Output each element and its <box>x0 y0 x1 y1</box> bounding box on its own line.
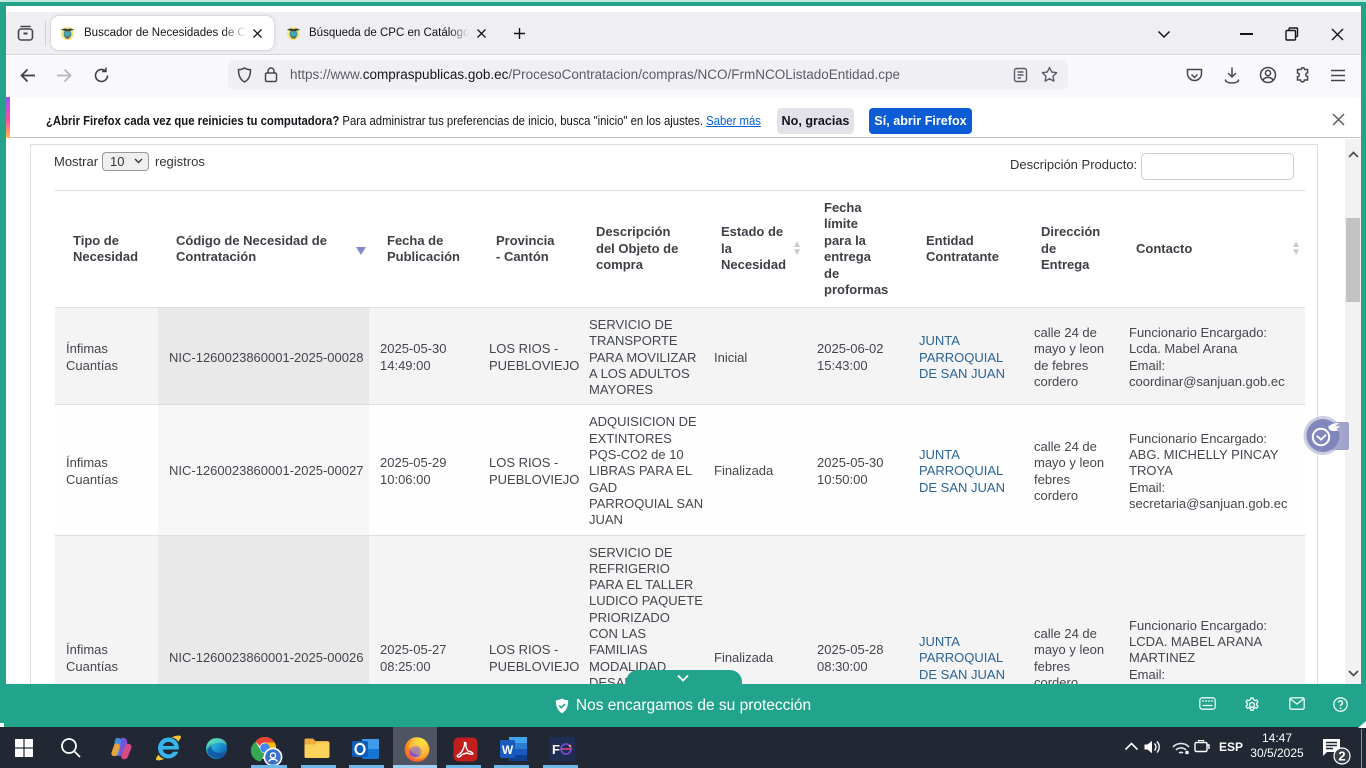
svg-text:F: F <box>552 742 560 757</box>
svg-text:W: W <box>502 743 514 757</box>
svg-text:2: 2 <box>1338 749 1345 764</box>
